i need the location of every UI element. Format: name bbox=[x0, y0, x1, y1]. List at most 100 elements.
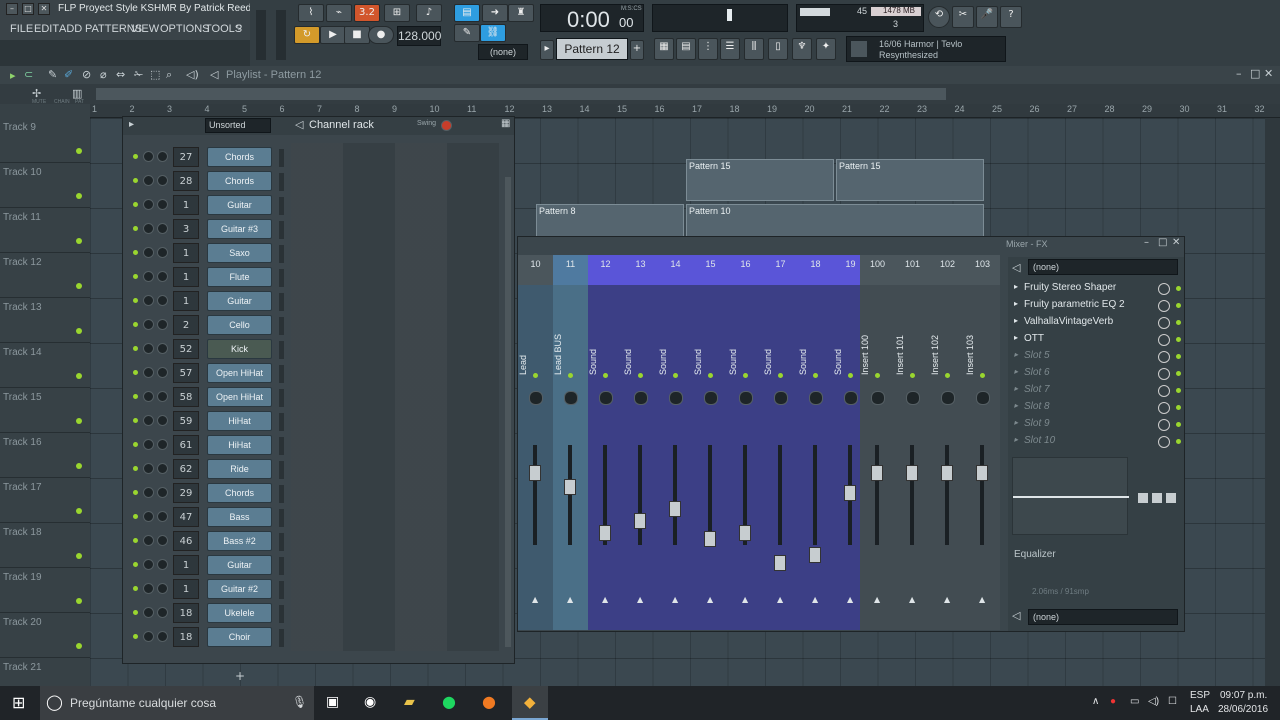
maximize-icon[interactable]: □ bbox=[22, 3, 34, 15]
channel-led[interactable] bbox=[133, 346, 138, 351]
channel-select-bar[interactable] bbox=[279, 509, 284, 527]
link-icon[interactable]: ⛓ bbox=[480, 24, 506, 42]
tools-icon[interactable]: ✦ bbox=[816, 38, 836, 60]
playlist-h-scrollbar[interactable] bbox=[96, 88, 946, 100]
track-header[interactable]: Track 20 bbox=[0, 613, 90, 658]
channel-led[interactable] bbox=[133, 442, 138, 447]
windows-start-icon[interactable]: ⊞ bbox=[12, 693, 25, 712]
channel-volume-knob[interactable] bbox=[157, 343, 168, 354]
channel-select-bar[interactable] bbox=[279, 485, 284, 503]
route-arrow-icon[interactable]: ▲ bbox=[777, 595, 783, 604]
channel-pan-knob[interactable] bbox=[143, 367, 154, 378]
step-edit-icon[interactable]: ▤ bbox=[454, 4, 480, 22]
tempo-display[interactable]: 128.000 bbox=[397, 26, 441, 46]
channel-select-bar[interactable] bbox=[279, 269, 284, 287]
channel-pan-knob[interactable] bbox=[143, 631, 154, 642]
mixer-pan-knob[interactable] bbox=[669, 391, 683, 405]
undo-icon[interactable]: ⟲ bbox=[928, 6, 950, 28]
time-display[interactable]: 0:00 00 M:S:CS bbox=[540, 4, 644, 32]
channel-select-bar[interactable] bbox=[279, 173, 284, 191]
channel-led[interactable] bbox=[133, 274, 138, 279]
channel-pan-knob[interactable] bbox=[143, 199, 154, 210]
mode-indicator[interactable]: 3.2 bbox=[354, 4, 380, 22]
channel-led[interactable] bbox=[133, 322, 138, 327]
channel-volume-knob[interactable] bbox=[157, 271, 168, 282]
route-arrow-icon[interactable]: ▲ bbox=[847, 595, 853, 604]
playlist-maximize-icon[interactable]: □ bbox=[1250, 67, 1260, 80]
store-icon[interactable]: ▣ bbox=[326, 694, 339, 710]
slot-enable-led[interactable] bbox=[1176, 439, 1181, 444]
mixer-strip[interactable]: 18 Sound ▲ bbox=[798, 255, 833, 630]
eq-band-high[interactable] bbox=[1166, 493, 1176, 503]
brush-icon[interactable]: ✐ bbox=[64, 68, 73, 81]
fx-slot[interactable]: ▸ Slot 10 bbox=[1014, 434, 1181, 451]
mixer-strip[interactable]: 13 Sound ▲ bbox=[623, 255, 658, 630]
channel-row[interactable]: 46 Bass #2 bbox=[123, 531, 413, 555]
channel-pan-knob[interactable] bbox=[143, 559, 154, 570]
microphone-icon[interactable]: 🎤 bbox=[976, 6, 998, 28]
channel-mixer-track[interactable]: 1 bbox=[173, 195, 199, 215]
route-arrow-icon[interactable]: ▲ bbox=[742, 595, 748, 604]
slot-enable-led[interactable] bbox=[1176, 371, 1181, 376]
channel-pan-knob[interactable] bbox=[143, 319, 154, 330]
channel-mixer-track[interactable]: 1 bbox=[173, 579, 199, 599]
news-panel[interactable]: 16/06 Harmor | Tevlo Resynthesized bbox=[846, 36, 1006, 62]
channel-mixer-track[interactable]: 46 bbox=[173, 531, 199, 551]
channel-name-button[interactable]: Flute bbox=[207, 267, 272, 287]
fx-slot[interactable]: ▸ Fruity Stereo Shaper bbox=[1014, 281, 1181, 298]
channel-row[interactable]: 1 Guitar bbox=[123, 291, 413, 315]
volume-icon[interactable]: ◁) bbox=[1148, 696, 1159, 707]
channel-volume-knob[interactable] bbox=[157, 151, 168, 162]
channel-led[interactable] bbox=[133, 466, 138, 471]
channel-row[interactable]: 58 Open HiHat bbox=[123, 387, 413, 411]
channel-name-button[interactable]: Guitar bbox=[207, 195, 272, 215]
mixer-fader[interactable] bbox=[774, 555, 786, 571]
menu-file[interactable]: FILE bbox=[10, 23, 33, 35]
channel-rack-options-icon[interactable]: ▦ bbox=[501, 118, 510, 129]
mix-level-ring[interactable] bbox=[1158, 300, 1170, 312]
track-mute-led[interactable] bbox=[76, 508, 82, 514]
track-header[interactable]: Track 15 bbox=[0, 388, 90, 433]
channel-name-button[interactable]: HiHat bbox=[207, 435, 272, 455]
mixer-fader[interactable] bbox=[564, 479, 576, 495]
track-header[interactable]: Track 12 bbox=[0, 253, 90, 298]
channel-row[interactable]: 27 Chords bbox=[123, 147, 413, 171]
mixer-fader[interactable] bbox=[634, 513, 646, 529]
tempo-tap-icon[interactable]: ⌇ bbox=[298, 4, 324, 22]
channel-led[interactable] bbox=[133, 418, 138, 423]
snap-select[interactable]: (none) bbox=[478, 44, 528, 60]
channel-select-bar[interactable] bbox=[279, 605, 284, 623]
minimize-icon[interactable]: – bbox=[6, 3, 18, 15]
mixer-enable-led[interactable] bbox=[980, 373, 985, 378]
add-channel-button[interactable]: + bbox=[235, 669, 245, 683]
slot-enable-led[interactable] bbox=[1176, 286, 1181, 291]
channel-mixer-track[interactable]: 1 bbox=[173, 291, 199, 311]
mix-level-ring[interactable] bbox=[1158, 436, 1170, 448]
piano-roll-icon[interactable]: ▤ bbox=[676, 38, 696, 60]
channel-rack-scrollbar[interactable] bbox=[505, 177, 511, 647]
track-header[interactable]: Track 10 bbox=[0, 163, 90, 208]
channel-led[interactable] bbox=[133, 490, 138, 495]
notification-tray-icon[interactable]: ☐ bbox=[1168, 696, 1177, 707]
channel-mixer-track[interactable]: 18 bbox=[173, 603, 199, 623]
magnet-icon[interactable]: ⊂ bbox=[24, 68, 33, 81]
channel-volume-knob[interactable] bbox=[157, 535, 168, 546]
channel-row[interactable]: 1 Guitar bbox=[123, 195, 413, 219]
mixer-strip[interactable]: 10 Lead ▲ bbox=[518, 255, 553, 630]
track-mute-led[interactable] bbox=[76, 418, 82, 424]
route-arrow-icon[interactable]: ▲ bbox=[979, 595, 985, 604]
slot-enable-led[interactable] bbox=[1176, 354, 1181, 359]
channel-row[interactable]: 3 Guitar #3 bbox=[123, 219, 413, 243]
clock-time[interactable]: 09:07 p.m. bbox=[1220, 690, 1267, 701]
mixer-pan-knob[interactable] bbox=[871, 391, 885, 405]
channel-row[interactable]: 29 Chords bbox=[123, 483, 413, 507]
channel-row[interactable]: 28 Chords bbox=[123, 171, 413, 195]
mixer-strip[interactable]: 12 Sound ▲ bbox=[588, 255, 623, 630]
channel-select-bar[interactable] bbox=[279, 365, 284, 383]
channel-volume-knob[interactable] bbox=[157, 463, 168, 474]
mixer-strip[interactable]: 11 Lead BUS ▲ bbox=[553, 255, 588, 630]
eq-band-low[interactable] bbox=[1138, 493, 1148, 503]
browser-icon[interactable]: ☰ bbox=[720, 38, 740, 60]
mute-tool-icon[interactable]: ⌀ bbox=[100, 68, 107, 81]
mixer-pan-knob[interactable] bbox=[704, 391, 718, 405]
